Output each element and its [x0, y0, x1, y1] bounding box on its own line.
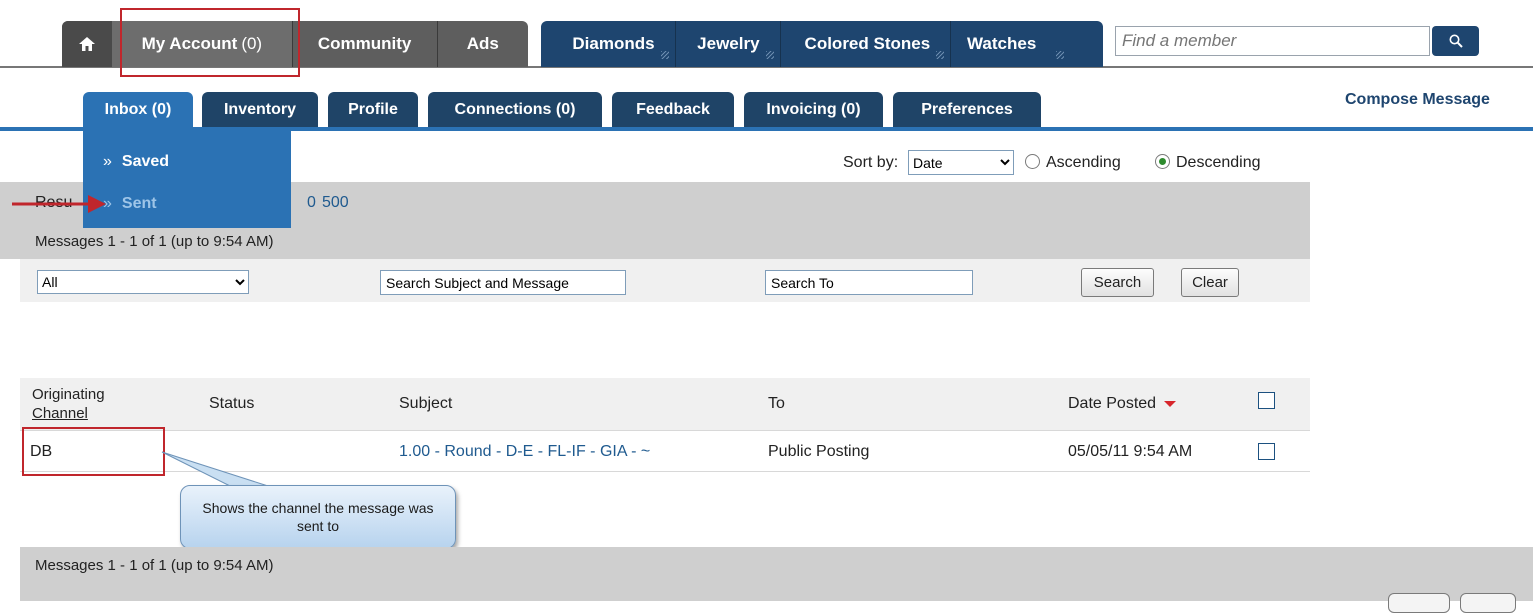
row-date-posted: 05/05/11 9:54 AM: [1068, 443, 1193, 460]
footer-button-left[interactable]: [1388, 593, 1450, 613]
tab-feedback[interactable]: Feedback: [612, 92, 734, 127]
channel-filter-select[interactable]: All: [37, 270, 249, 294]
select-all-checkbox[interactable]: [1258, 392, 1275, 409]
ascending-radio[interactable]: [1025, 154, 1040, 169]
page-size-fragment[interactable]: 0: [307, 194, 316, 212]
tab-inventory[interactable]: Inventory: [202, 92, 318, 127]
sort-by-select[interactable]: Date: [908, 150, 1014, 175]
chevron-right-icon: »: [103, 153, 112, 170]
member-search-input[interactable]: [1116, 27, 1441, 55]
ascending-label: Ascending: [1046, 154, 1121, 171]
top-nav-market-group: Diamonds Jewelry Colored Stones Watches: [541, 21, 1103, 67]
col-originating-channel[interactable]: Originating Channel: [32, 385, 105, 423]
row-subject-link[interactable]: 1.00 - Round - D-E - FL-IF - GIA - ~: [399, 443, 650, 461]
search-icon: [1449, 34, 1463, 48]
tab-inbox[interactable]: Inbox (0): [83, 92, 193, 127]
nav-home[interactable]: [62, 21, 112, 67]
col-date-posted-label: Date Posted: [1068, 395, 1157, 412]
channel-callout: Shows the channel the message was sent t…: [180, 485, 456, 549]
subject-search-input[interactable]: [380, 270, 626, 295]
search-button[interactable]: Search: [1081, 268, 1154, 297]
col-originating-channel-line1: Originating: [32, 386, 105, 403]
channel-highlight: [22, 427, 165, 476]
member-search-button[interactable]: [1432, 26, 1479, 56]
nav-diamonds[interactable]: Diamonds: [541, 21, 675, 67]
row-to: Public Posting: [768, 443, 870, 460]
nav-ads[interactable]: Ads: [438, 21, 528, 67]
row-divider: [20, 430, 1310, 431]
arrow-pointer-icon: [12, 195, 106, 213]
grip-icon: [936, 51, 945, 59]
nav-community[interactable]: Community: [293, 21, 437, 67]
page-size-500[interactable]: 500: [322, 194, 349, 212]
col-to[interactable]: To: [768, 395, 785, 413]
nav-jewelry-label: Jewelry: [697, 34, 760, 53]
sort-desc-icon: [1163, 401, 1176, 407]
callout-pointer: [161, 451, 269, 487]
nav-diamonds-label: Diamonds: [572, 34, 655, 53]
messages-range-bottom: Messages 1 - 1 of 1 (up to 9:54 AM): [35, 557, 274, 574]
sent-label: Sent: [121, 195, 157, 212]
clear-button[interactable]: Clear: [1181, 268, 1239, 297]
col-status[interactable]: Status: [209, 395, 254, 413]
grip-icon: [1056, 51, 1065, 59]
grip-icon: [765, 51, 774, 59]
tab-preferences[interactable]: Preferences: [893, 92, 1041, 127]
nav-watches[interactable]: Watches: [951, 21, 1103, 67]
sort-by-label: Sort by:: [843, 154, 899, 171]
home-icon: [78, 37, 95, 51]
to-search-input[interactable]: [765, 270, 973, 295]
inbox-dropdown-menu: » Saved » Sent: [83, 131, 291, 228]
descending-label: Descending: [1176, 154, 1261, 171]
nav-colored-stones-label: Colored Stones: [804, 34, 931, 53]
col-originating-channel-line2: Channel: [32, 405, 88, 422]
descending-radio[interactable]: [1155, 154, 1170, 169]
footer-button-right[interactable]: [1460, 593, 1516, 613]
inbox-menu-sent[interactable]: » Sent: [103, 195, 157, 213]
my-account-highlight: [120, 8, 300, 77]
inbox-menu-saved[interactable]: » Saved: [103, 153, 169, 171]
nav-watches-label: Watches: [967, 34, 1037, 53]
footer-bar: [20, 547, 1533, 601]
nav-colored-stones[interactable]: Colored Stones: [780, 21, 950, 67]
saved-label: Saved: [121, 153, 170, 170]
tab-connections[interactable]: Connections (0): [428, 92, 602, 127]
row-checkbox[interactable]: [1258, 443, 1275, 460]
col-date-posted[interactable]: Date Posted: [1068, 395, 1176, 413]
col-subject[interactable]: Subject: [399, 395, 452, 413]
tab-invoicing[interactable]: Invoicing (0): [744, 92, 883, 127]
compose-message-link[interactable]: Compose Message: [1345, 91, 1490, 109]
nav-jewelry[interactable]: Jewelry: [675, 21, 779, 67]
tab-profile[interactable]: Profile: [328, 92, 418, 127]
messages-range-top: Messages 1 - 1 of 1 (up to 9:54 AM): [35, 233, 274, 250]
member-search-box: [1115, 26, 1441, 56]
grip-icon: [660, 51, 669, 59]
